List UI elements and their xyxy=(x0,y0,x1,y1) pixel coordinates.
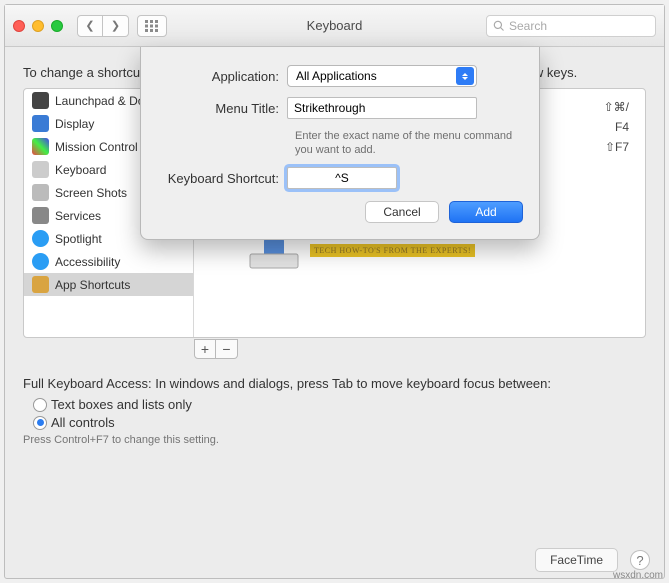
source-url: wsxdn.com xyxy=(613,570,663,581)
radio-icon xyxy=(33,398,47,412)
radio-label: All controls xyxy=(51,415,115,430)
sidebar-item-label: Mission Control xyxy=(55,140,138,154)
keyboard-access-heading: Full Keyboard Access: In windows and dia… xyxy=(23,376,646,391)
search-field[interactable]: Search xyxy=(486,15,656,37)
add-shortcut-dialog: Application: All Applications Menu Title… xyxy=(140,47,540,240)
menu-title-helper: Enter the exact name of the menu command… xyxy=(295,129,523,157)
keyboard-access-hint: Press Control+F7 to change this setting. xyxy=(23,434,646,446)
sidebar-item-label: Keyboard xyxy=(55,163,106,177)
sidebar-item-app-shortcuts[interactable]: App Shortcuts xyxy=(24,273,193,296)
preferences-window: ❮ ❯ Keyboard Search To change a shortcut… xyxy=(4,4,665,579)
search-icon xyxy=(493,20,505,32)
sidebar-item-label: App Shortcuts xyxy=(55,278,130,292)
add-remove-controls: + − xyxy=(194,339,238,359)
nav-back-button[interactable]: ❮ xyxy=(77,15,103,37)
shortcut-key: ⇧⌘/ xyxy=(604,97,629,117)
facetime-button[interactable]: FaceTime xyxy=(535,548,618,572)
sidebar-item-label: Services xyxy=(55,209,101,223)
sidebar-item-accessibility[interactable]: Accessibility xyxy=(24,250,193,273)
nav-forward-button[interactable]: ❯ xyxy=(103,15,129,37)
titlebar: ❮ ❯ Keyboard Search xyxy=(5,5,664,47)
bottom-bar: FaceTime ? xyxy=(5,548,664,572)
add-shortcut-button[interactable]: + xyxy=(194,339,216,359)
popup-arrows-icon xyxy=(456,67,474,85)
search-placeholder: Search xyxy=(509,19,547,33)
menu-title-input[interactable] xyxy=(287,97,477,119)
sidebar-item-label: Display xyxy=(55,117,94,131)
show-all-button[interactable] xyxy=(137,15,167,37)
minimize-window-icon[interactable] xyxy=(32,20,44,32)
radio-icon xyxy=(33,416,47,430)
sidebar-item-label: Screen Shots xyxy=(55,186,127,200)
shortcut-key: F4 xyxy=(604,117,629,137)
watermark-tagline: TECH HOW-TO'S FROM THE EXPERTS! xyxy=(310,244,475,257)
radio-all-controls[interactable]: All controls xyxy=(33,415,646,430)
remove-shortcut-button[interactable]: − xyxy=(216,339,238,359)
keyboard-access-section: Full Keyboard Access: In windows and dia… xyxy=(23,376,646,446)
application-value: All Applications xyxy=(296,69,377,83)
radio-label: Text boxes and lists only xyxy=(51,397,192,412)
application-label: Application: xyxy=(157,69,287,84)
sidebar-item-label: Spotlight xyxy=(55,232,102,246)
sidebar-item-label: Accessibility xyxy=(55,255,120,269)
cancel-button[interactable]: Cancel xyxy=(365,201,439,223)
help-button[interactable]: ? xyxy=(630,550,650,570)
shortcut-keys-column: ⇧⌘/ F4 ⇧F7 xyxy=(604,97,629,157)
shortcut-input[interactable] xyxy=(287,167,397,189)
add-button[interactable]: Add xyxy=(449,201,523,223)
nav-buttons: ❮ ❯ xyxy=(77,15,129,37)
zoom-window-icon[interactable] xyxy=(51,20,63,32)
menu-title-label: Menu Title: xyxy=(157,101,287,116)
radio-text-boxes[interactable]: Text boxes and lists only xyxy=(33,397,646,412)
shortcut-label: Keyboard Shortcut: xyxy=(157,171,287,186)
application-popup[interactable]: All Applications xyxy=(287,65,477,87)
shortcut-key: ⇧F7 xyxy=(604,137,629,157)
close-window-icon[interactable] xyxy=(13,20,25,32)
window-controls xyxy=(13,20,63,32)
